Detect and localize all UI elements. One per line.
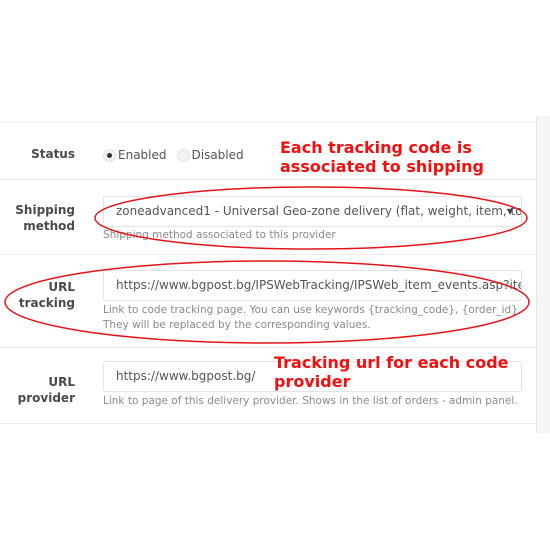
status-disabled-radio[interactable]: Disabled: [176, 148, 244, 162]
url-provider-help: Link to page of this delivery provider. …: [103, 395, 518, 407]
status-disabled-label: Disabled: [191, 148, 244, 162]
url-tracking-label: URL tracking: [0, 279, 75, 311]
url-provider-label: URL provider: [0, 374, 75, 406]
dropdown-arrow-icon[interactable]: ▼: [507, 197, 513, 226]
url-tracking-help: Link to code tracking page. You can use …: [103, 304, 522, 331]
shipping-method-label: Shipping method: [0, 202, 75, 234]
url-tracking-row: URL tracking https://www.bgpost.bg/IPSWe…: [0, 255, 536, 348]
status-enabled-label: Enabled: [118, 148, 167, 162]
radio-unchecked-icon[interactable]: [176, 148, 190, 162]
status-label: Status: [31, 147, 75, 161]
annotation-note-shipping-line1: Each tracking code is: [280, 138, 472, 157]
shipping-method-label-line2: method: [23, 219, 75, 233]
side-panel: [536, 116, 550, 433]
shipping-method-label-line1: Shipping: [15, 203, 75, 217]
shipping-method-select[interactable]: zoneadvanced1 - Universal Geo-zone deliv…: [103, 196, 522, 227]
annotation-note-shipping: Each tracking code is associated to ship…: [280, 138, 484, 176]
annotation-note-tracking-url-line1: Tracking url for each code: [274, 353, 509, 372]
radio-checked-icon[interactable]: [103, 148, 116, 162]
annotation-note-shipping-line2: associated to shipping: [280, 157, 484, 176]
annotation-note-tracking-url: Tracking url for each code provider: [274, 353, 509, 391]
url-tracking-input[interactable]: https://www.bgpost.bg/IPSWebTracking/IPS…: [103, 270, 522, 301]
url-provider-label-line2: provider: [17, 391, 75, 405]
status-radio-group: Enabled Disabled: [103, 148, 244, 162]
shipping-method-row: Shipping method zoneadvanced1 - Universa…: [0, 180, 536, 255]
url-tracking-label-line2: tracking: [18, 296, 75, 310]
shipping-method-help: Shipping method associated to this provi…: [103, 229, 336, 241]
status-enabled-radio[interactable]: Enabled: [103, 148, 167, 162]
url-provider-label-line1: URL: [48, 375, 75, 389]
shipping-method-selected-value: zoneadvanced1 - Universal Geo-zone deliv…: [116, 204, 522, 218]
annotation-note-tracking-url-line2: provider: [274, 372, 351, 391]
url-tracking-label-line1: URL: [48, 280, 75, 294]
